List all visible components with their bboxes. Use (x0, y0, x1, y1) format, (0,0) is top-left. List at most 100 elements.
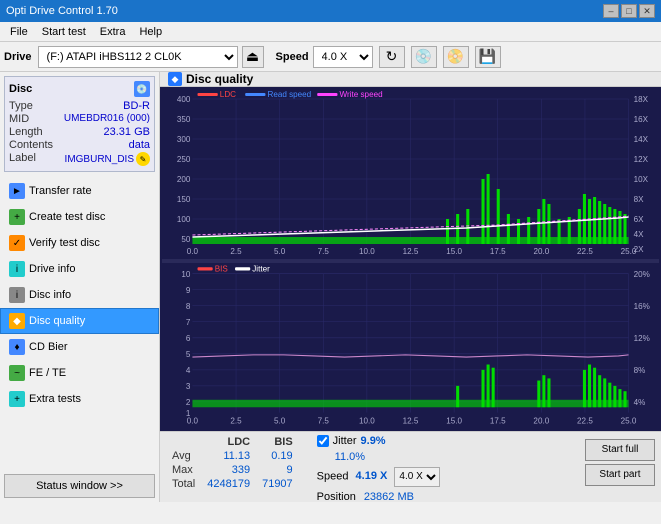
sidebar-item-cd-bier[interactable]: ♦ CD Bier (0, 334, 159, 360)
svg-text:Jitter: Jitter (252, 263, 270, 273)
menu-file[interactable]: File (4, 25, 34, 39)
type-value: BD-R (123, 100, 150, 112)
svg-text:Read speed: Read speed (267, 90, 311, 99)
eject-button[interactable]: ⏏ (242, 46, 264, 68)
jitter-speed-panel: Jitter 9.9% 11.0% Speed 4.19 X 4.0 X Pos… (317, 435, 441, 502)
sidebar-item-verify-test-disc[interactable]: ✓ Verify test disc (0, 230, 159, 256)
speed-label: Speed (276, 51, 309, 63)
svg-text:8: 8 (186, 301, 191, 311)
drive-select[interactable]: (F:) ATAPI iHBS112 2 CL0K (38, 46, 238, 68)
menu-help[interactable]: Help (133, 25, 168, 39)
refresh-button[interactable]: ↻ (379, 46, 405, 68)
svg-text:8%: 8% (634, 365, 646, 375)
charts-container: 400 350 300 250 200 150 100 50 18X 16X 1… (160, 87, 661, 431)
disc-panel-icon[interactable]: 💿 (134, 81, 150, 97)
position-label: Position (317, 491, 356, 502)
speed-select[interactable]: 4.0 X (313, 46, 373, 68)
menu-starttest[interactable]: Start test (36, 25, 92, 39)
svg-text:50: 50 (181, 235, 191, 244)
speed-stat-label: Speed (317, 470, 349, 482)
table-row: Max 339 9 (166, 463, 299, 477)
app-title: Opti Drive Control 1.70 (6, 5, 118, 17)
extra-tests-icon: + (9, 391, 25, 407)
close-button[interactable]: ✕ (639, 4, 655, 18)
svg-text:18X: 18X (634, 95, 649, 104)
svg-text:9: 9 (186, 285, 191, 295)
svg-text:17.5: 17.5 (490, 415, 506, 425)
disc2-icon-btn[interactable]: 📀 (443, 46, 469, 68)
sidebar-item-disc-info[interactable]: i Disc info (0, 282, 159, 308)
drive-info-label: Drive info (29, 263, 75, 275)
menu-extra[interactable]: Extra (94, 25, 132, 39)
disc-panel: Disc 💿 Type BD-R MID UMEBDR016 (000) Len… (4, 76, 155, 172)
svg-text:BIS: BIS (215, 263, 229, 273)
start-full-button[interactable]: Start full (585, 439, 655, 461)
ldc-chart-svg: 400 350 300 250 200 150 100 50 18X 16X 1… (162, 89, 659, 259)
sidebar: Disc 💿 Type BD-R MID UMEBDR016 (000) Len… (0, 72, 160, 502)
label-label: Label (9, 152, 36, 166)
svg-text:150: 150 (177, 195, 191, 204)
jitter-value: 9.9% (361, 435, 386, 447)
sidebar-item-fe-te[interactable]: ~ FE / TE (0, 360, 159, 386)
avg-ldc: 11.13 (201, 449, 256, 463)
disc-icon-btn[interactable]: 💿 (411, 46, 437, 68)
svg-text:14X: 14X (634, 135, 649, 144)
jitter-label: Jitter (333, 435, 357, 447)
status-window-button[interactable]: Status window >> (4, 474, 155, 498)
sidebar-item-extra-tests[interactable]: + Extra tests (0, 386, 159, 412)
sidebar-item-transfer-rate[interactable]: ► Transfer rate (0, 178, 159, 204)
svg-text:12X: 12X (634, 155, 649, 164)
position-value: 23862 MB (364, 491, 414, 502)
disc-panel-title: Disc (9, 83, 32, 95)
sidebar-item-drive-info[interactable]: i Drive info (0, 256, 159, 282)
svg-text:25.0: 25.0 (621, 415, 637, 425)
svg-text:20.0: 20.0 (533, 247, 549, 256)
svg-text:22.5: 22.5 (577, 247, 593, 256)
svg-text:20.0: 20.0 (533, 415, 549, 425)
start-part-button[interactable]: Start part (585, 464, 655, 486)
cd-bier-icon: ♦ (9, 339, 25, 355)
contents-value: data (129, 139, 150, 151)
sidebar-item-create-test-disc[interactable]: + Create test disc (0, 204, 159, 230)
window-controls: – □ ✕ (603, 4, 655, 18)
svg-text:0.0: 0.0 (187, 415, 199, 425)
extra-tests-label: Extra tests (29, 393, 81, 405)
jitter-max-row: 11.0% (317, 451, 441, 463)
titlebar: Opti Drive Control 1.70 – □ ✕ (0, 0, 661, 22)
svg-text:12%: 12% (634, 333, 651, 343)
svg-text:350: 350 (177, 115, 191, 124)
svg-text:20%: 20% (634, 269, 651, 279)
save-icon-btn[interactable]: 💾 (475, 46, 501, 68)
total-bis: 71907 (256, 477, 299, 491)
total-ldc: 4248179 (201, 477, 256, 491)
transfer-rate-icon: ► (9, 183, 25, 199)
svg-text:100: 100 (177, 215, 191, 224)
svg-text:6: 6 (186, 333, 191, 343)
svg-text:17.5: 17.5 (490, 247, 506, 256)
bis-chart-svg: 10 9 8 7 6 5 4 3 2 1 20% 16% 12% 8% 4% (162, 263, 659, 429)
svg-text:15.0: 15.0 (446, 247, 462, 256)
svg-text:400: 400 (177, 95, 191, 104)
label-edit-icon[interactable]: ✎ (136, 152, 150, 166)
svg-text:7.5: 7.5 (318, 415, 330, 425)
jitter-checkbox[interactable] (317, 435, 329, 447)
speed-stat-select[interactable]: 4.0 X (394, 467, 440, 487)
svg-text:2.5: 2.5 (230, 247, 242, 256)
sidebar-item-disc-quality[interactable]: ◆ Disc quality (0, 308, 159, 334)
svg-text:16%: 16% (634, 301, 651, 311)
avg-bis: 0.19 (256, 449, 299, 463)
speed-stat-value: 4.19 X (356, 470, 388, 482)
main-area: Disc 💿 Type BD-R MID UMEBDR016 (000) Len… (0, 72, 661, 502)
svg-text:2.5: 2.5 (230, 415, 242, 425)
svg-text:10.0: 10.0 (359, 247, 375, 256)
create-test-disc-icon: + (9, 209, 25, 225)
type-label: Type (9, 100, 33, 112)
maximize-button[interactable]: □ (621, 4, 637, 18)
minimize-button[interactable]: – (603, 4, 619, 18)
contents-label: Contents (9, 139, 53, 151)
length-value: 23.31 GB (104, 126, 150, 138)
create-test-disc-label: Create test disc (29, 211, 105, 223)
svg-text:7: 7 (186, 317, 191, 327)
fe-te-icon: ~ (9, 365, 25, 381)
mid-label: MID (9, 113, 29, 125)
